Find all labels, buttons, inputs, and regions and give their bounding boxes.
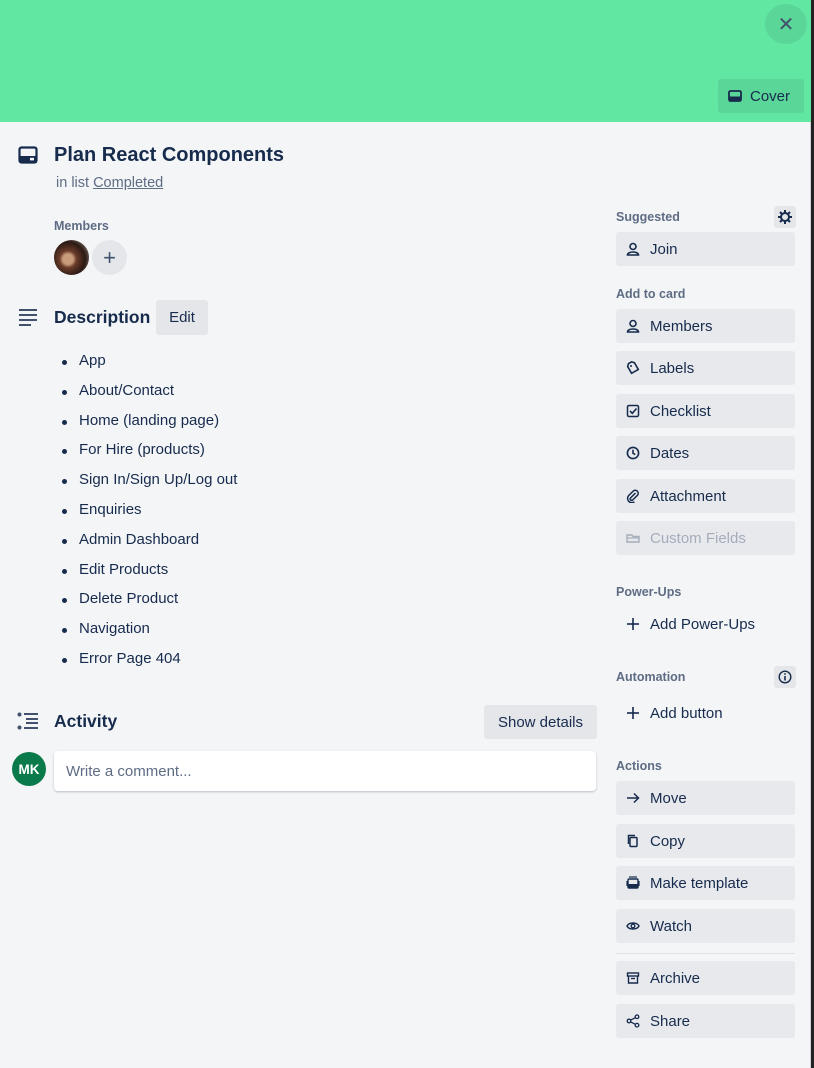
comment-input[interactable] — [54, 751, 596, 791]
list-item: Delete Product — [62, 590, 237, 620]
edit-description-button[interactable]: Edit — [156, 300, 208, 335]
description-list: App About/Contact Home (landing page) Fo… — [62, 352, 237, 680]
move-button[interactable]: Move — [616, 781, 795, 815]
automation-label: Automation — [616, 670, 686, 684]
dates-button-label: Dates — [650, 444, 690, 462]
attachment-button-label: Attachment — [650, 487, 726, 505]
cover-button[interactable]: Cover — [718, 79, 804, 113]
list-item: Error Page 404 — [62, 650, 237, 680]
card-icon — [728, 90, 742, 102]
card-cover: ✕ Cover — [0, 0, 811, 122]
actions-divider — [616, 953, 795, 954]
make-template-button-label: Make template — [650, 874, 749, 892]
list-item: Edit Products — [62, 561, 237, 591]
list-item: Navigation — [62, 620, 237, 650]
list-item: Admin Dashboard — [62, 531, 237, 561]
description-heading: Description — [54, 307, 151, 327]
labels-button[interactable]: Labels — [616, 351, 795, 385]
card-title[interactable]: Plan React Components — [54, 144, 284, 167]
join-label: Join — [650, 240, 678, 258]
list-location: in list Completed — [56, 175, 163, 191]
list-item: Home (landing page) — [62, 412, 237, 442]
show-details-button[interactable]: Show details — [484, 705, 597, 739]
arrow-right-icon — [627, 792, 640, 804]
powerups-label: Power-Ups — [616, 585, 682, 599]
plus-icon — [627, 618, 639, 630]
plus-icon: + — [103, 244, 116, 270]
watch-button-label: Watch — [650, 917, 692, 935]
copy-button[interactable]: Copy — [616, 824, 795, 858]
add-member-button[interactable]: + — [92, 240, 127, 275]
close-button[interactable]: ✕ — [765, 4, 807, 44]
activity-heading: Activity — [54, 711, 118, 731]
list-item: App — [62, 352, 237, 382]
paperclip-icon — [626, 489, 639, 503]
archive-button[interactable]: Archive — [616, 961, 795, 995]
share-button-label: Share — [650, 1012, 691, 1030]
checklist-icon — [626, 404, 640, 418]
members-label: Members — [54, 219, 109, 233]
eye-icon — [626, 922, 640, 930]
tag-icon — [626, 361, 640, 375]
avatar[interactable] — [54, 240, 89, 275]
make-template-button[interactable]: Make template — [616, 866, 795, 900]
add-button-button[interactable]: Add button — [616, 696, 795, 730]
add-button-label: Add button — [650, 704, 723, 722]
list-item: Enquiries — [62, 501, 237, 531]
share-button[interactable]: Share — [616, 1004, 795, 1038]
attachment-button[interactable]: Attachment — [616, 479, 795, 513]
gear-icon — [778, 210, 792, 224]
clock-icon — [626, 446, 640, 460]
close-icon: ✕ — [777, 13, 795, 36]
avatar[interactable]: MK — [12, 752, 46, 786]
template-icon — [626, 876, 640, 889]
move-button-label: Move — [650, 789, 687, 807]
list-item: About/Contact — [62, 382, 237, 412]
list-item: For Hire (products) — [62, 441, 237, 471]
members-button-label: Members — [650, 317, 713, 335]
suggested-label: Suggested — [616, 210, 680, 224]
custom-fields-button[interactable]: Custom Fields — [616, 521, 795, 555]
card-icon — [18, 146, 38, 164]
plus-icon — [627, 707, 639, 719]
custom-fields-button-label: Custom Fields — [650, 529, 746, 547]
labels-button-label: Labels — [650, 359, 695, 377]
info-icon — [778, 670, 792, 684]
card-detail-modal: ✕ Cover Plan React Components in list Co… — [0, 0, 811, 1068]
checklist-button[interactable]: Checklist — [616, 394, 795, 428]
person-icon — [626, 242, 640, 256]
add-powerups-label: Add Power-Ups — [650, 615, 756, 633]
description-icon — [19, 309, 37, 326]
archive-icon — [626, 972, 640, 984]
settings-button[interactable] — [774, 206, 796, 228]
custom-fields-icon — [626, 534, 640, 543]
actions-label: Actions — [616, 759, 662, 773]
activity-icon — [17, 712, 38, 730]
copy-icon — [627, 834, 638, 848]
copy-button-label: Copy — [650, 832, 686, 850]
join-button[interactable]: Join — [616, 232, 795, 266]
dates-button[interactable]: Dates — [616, 436, 795, 470]
list-prefix: in list — [56, 175, 90, 191]
add-powerups-button[interactable]: Add Power-Ups — [616, 607, 795, 641]
archive-button-label: Archive — [650, 969, 701, 987]
members-button[interactable]: Members — [616, 309, 795, 343]
watch-button[interactable]: Watch — [616, 909, 795, 943]
automation-info-button[interactable] — [774, 666, 796, 688]
add-to-card-label: Add to card — [616, 287, 686, 301]
share-icon — [626, 1014, 640, 1028]
list-item: Sign In/Sign Up/Log out — [62, 471, 237, 501]
person-icon — [626, 319, 640, 333]
cover-button-label: Cover — [750, 87, 791, 105]
checklist-button-label: Checklist — [650, 402, 711, 420]
list-link[interactable]: Completed — [93, 175, 163, 191]
